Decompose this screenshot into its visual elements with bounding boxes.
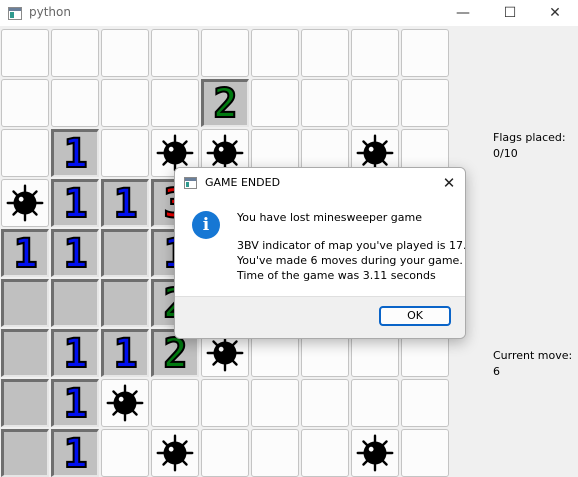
cell-number: 1 [112,330,138,377]
dialog-message-time: Time of the game was 3.11 seconds [237,269,436,282]
game-ended-dialog: GAME ENDED ✕ i You have lost minesweeper… [174,167,466,339]
cell-number: 1 [12,230,38,277]
closed-cell[interactable] [101,429,149,477]
cell-number: 1 [62,180,88,227]
closed-cell[interactable] [301,429,349,477]
current-move-value: 6 [493,365,500,378]
closed-cell[interactable] [251,429,299,477]
closed-cell[interactable] [251,379,299,427]
closed-cell[interactable] [201,429,249,477]
number-cell[interactable]: 1 [51,429,99,477]
closed-cell[interactable] [151,379,199,427]
closed-cell[interactable] [301,379,349,427]
closed-cell[interactable] [101,79,149,127]
number-cell[interactable]: 1 [1,229,49,277]
ok-button[interactable]: OK [379,306,451,326]
bomb-icon [6,184,44,222]
info-icon: i [192,211,220,239]
bomb-icon [156,434,194,472]
bomb-cell[interactable] [151,429,199,477]
closed-cell[interactable] [51,79,99,127]
number-cell[interactable]: 1 [101,329,149,377]
closed-cell[interactable] [401,429,449,477]
empty-open-cell[interactable] [101,229,149,277]
number-cell[interactable]: 1 [51,379,99,427]
cell-number: 1 [62,380,88,427]
current-move-label: Current move: [493,349,573,362]
empty-open-cell[interactable] [1,379,49,427]
empty-open-cell[interactable] [51,279,99,327]
python-app-icon [8,7,22,20]
empty-open-cell[interactable] [1,429,49,477]
cell-number: 1 [62,330,88,377]
dialog-message-result: You have lost minesweeper game [237,211,423,224]
close-button[interactable]: ✕ [532,0,578,26]
empty-open-cell[interactable] [1,279,49,327]
closed-cell[interactable] [151,79,199,127]
window-title: python [29,5,71,19]
dialog-close-button[interactable]: ✕ [437,171,461,195]
dialog-message-3bv: 3BV indicator of map you've played is 17… [237,239,466,252]
maximize-button[interactable]: ☐ [487,0,533,26]
closed-cell[interactable] [1,29,49,77]
bomb-icon [356,434,394,472]
closed-cell[interactable] [401,79,449,127]
empty-open-cell[interactable] [101,279,149,327]
closed-cell[interactable] [201,29,249,77]
closed-cell[interactable] [101,29,149,77]
cell-number: 2 [212,80,238,127]
number-cell[interactable]: 2 [201,79,249,127]
closed-cell[interactable] [201,379,249,427]
closed-cell[interactable] [401,379,449,427]
number-cell[interactable]: 1 [51,329,99,377]
closed-cell[interactable] [1,79,49,127]
dialog-title: GAME ENDED [205,176,281,189]
minimize-button[interactable]: — [440,0,486,26]
closed-cell[interactable] [351,29,399,77]
cell-number: 1 [62,430,88,477]
cell-number: 1 [62,130,88,177]
number-cell[interactable]: 1 [51,229,99,277]
closed-cell[interactable] [301,79,349,127]
closed-cell[interactable] [301,29,349,77]
number-cell[interactable]: 1 [101,179,149,227]
number-cell[interactable]: 1 [51,179,99,227]
flags-placed-label: Flags placed: [493,131,566,144]
number-cell[interactable]: 1 [51,129,99,177]
closed-cell[interactable] [51,29,99,77]
bomb-cell[interactable] [351,429,399,477]
dialog-body: i You have lost minesweeper game 3BV ind… [175,198,465,296]
dialog-footer: OK [175,296,465,338]
dialog-titlebar: GAME ENDED ✕ [175,168,465,198]
cell-number: 1 [112,180,138,227]
closed-cell[interactable] [251,29,299,77]
bomb-icon [106,384,144,422]
closed-cell[interactable] [351,79,399,127]
empty-open-cell[interactable] [1,329,49,377]
bomb-cell[interactable] [1,179,49,227]
closed-cell[interactable] [1,129,49,177]
cell-number: 1 [62,230,88,277]
closed-cell[interactable] [101,129,149,177]
dialog-message-moves: You've made 6 moves during your game. [237,254,463,267]
python-app-icon [184,177,197,189]
flags-placed-value: 0/10 [493,147,518,160]
closed-cell[interactable] [251,79,299,127]
window-titlebar: python — ☐ ✕ [0,0,578,26]
closed-cell[interactable] [351,379,399,427]
closed-cell[interactable] [151,29,199,77]
bomb-cell[interactable] [101,379,149,427]
closed-cell[interactable] [401,29,449,77]
